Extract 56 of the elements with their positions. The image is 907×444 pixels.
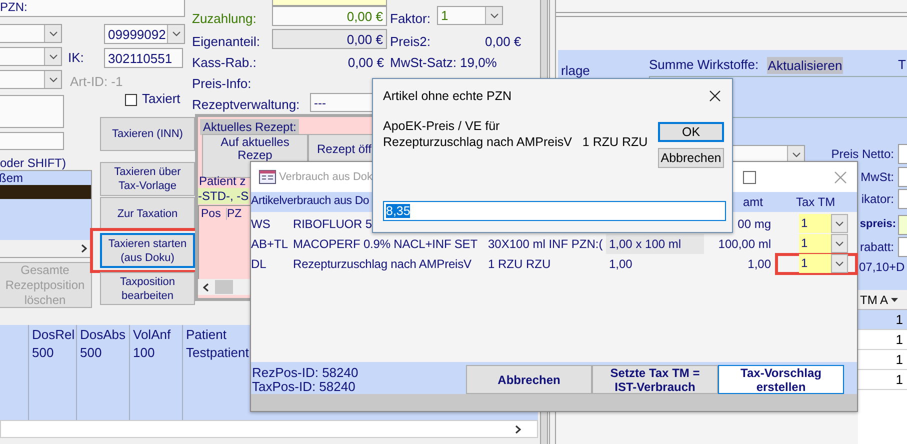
table-cell: 1,00 xyxy=(748,257,771,271)
column-header: Patient xyxy=(186,327,226,342)
column-header: Pos xyxy=(201,208,227,220)
table-cell: 1 xyxy=(858,310,907,330)
table-cell: 30X100 ml INF PZN:( xyxy=(488,237,603,251)
column-header: Artikelverbrauch aus Do xyxy=(251,195,370,207)
price-value: 0,00 € xyxy=(348,55,384,70)
dialog-title: Artikel ohne echte PZN xyxy=(383,89,512,103)
id-label: TaxPos-ID: 58240 xyxy=(252,379,356,394)
table-cell: WS xyxy=(251,217,270,231)
table-cell: 500 xyxy=(32,345,54,360)
field-label: Eigenanteil: xyxy=(192,34,260,49)
field-label: rabatt: xyxy=(860,240,894,254)
message-text: ApoEK-Preis / VE für xyxy=(383,119,500,133)
table-cell: RIBOFLUOR 5 xyxy=(293,217,372,231)
formula-text: 07,10+D xyxy=(859,260,905,274)
field-label: MwSt: xyxy=(860,170,894,184)
price-value: 0,00 € xyxy=(485,34,522,49)
table-cell: MACOPERF 0.9% NACL+INF SET xyxy=(293,237,478,251)
table-cell: Testpatient xyxy=(186,345,249,360)
hint-text: oder SHIFT) xyxy=(0,156,66,170)
vat-value: 19,0% xyxy=(460,55,497,70)
table-cell: DL xyxy=(251,257,266,271)
column-header: Tax TM xyxy=(796,195,836,209)
field-label: rlage xyxy=(561,63,590,78)
field-label: T xyxy=(898,57,906,72)
price-field: 0,00 € xyxy=(272,29,387,49)
table-cell: 500 xyxy=(80,345,102,360)
id-label: RezPos-ID: 58240 xyxy=(252,365,358,380)
field-label: MwSt-Satz: xyxy=(390,55,456,70)
field-label: Kass-Rab.: xyxy=(192,55,256,70)
field-label: Summe Wirkstoffe: xyxy=(649,57,759,72)
table-cell: 00 mg xyxy=(738,217,771,231)
field-label: Rezeptverwaltung: xyxy=(192,97,300,112)
column-header: DosAbs xyxy=(80,327,126,342)
column-header: amt xyxy=(743,195,764,209)
field-label: IK: xyxy=(68,50,84,65)
column-header: PZ xyxy=(227,208,242,220)
field-label: PZN: xyxy=(0,0,28,14)
art-id-label: Art-ID: -1 xyxy=(70,74,123,89)
table-cell: 100,00 ml xyxy=(718,237,771,251)
field-label: Preis2: xyxy=(390,34,430,49)
field-label: Zuzahlung: xyxy=(192,11,256,26)
field-label: Preis Netto: xyxy=(831,147,894,161)
checkbox-label: Taxiert xyxy=(142,91,180,106)
table-cell: 100 xyxy=(133,345,155,360)
section-title: Aktuelles Rezept: xyxy=(200,119,300,135)
column-header: DosRel xyxy=(32,327,75,342)
table-cell: Rezepturzuschlag nach AMPreisV xyxy=(293,257,472,271)
field-label: spreis: xyxy=(860,218,896,230)
column-header: VolAnf xyxy=(133,327,171,342)
field-label: Faktor: xyxy=(390,11,430,26)
field-label: Preis-Info: xyxy=(192,76,252,91)
field-label: ikator: xyxy=(861,192,894,206)
table-cell: 1 RZU RZU xyxy=(488,257,551,271)
table-cell: AB+TL xyxy=(251,237,288,251)
